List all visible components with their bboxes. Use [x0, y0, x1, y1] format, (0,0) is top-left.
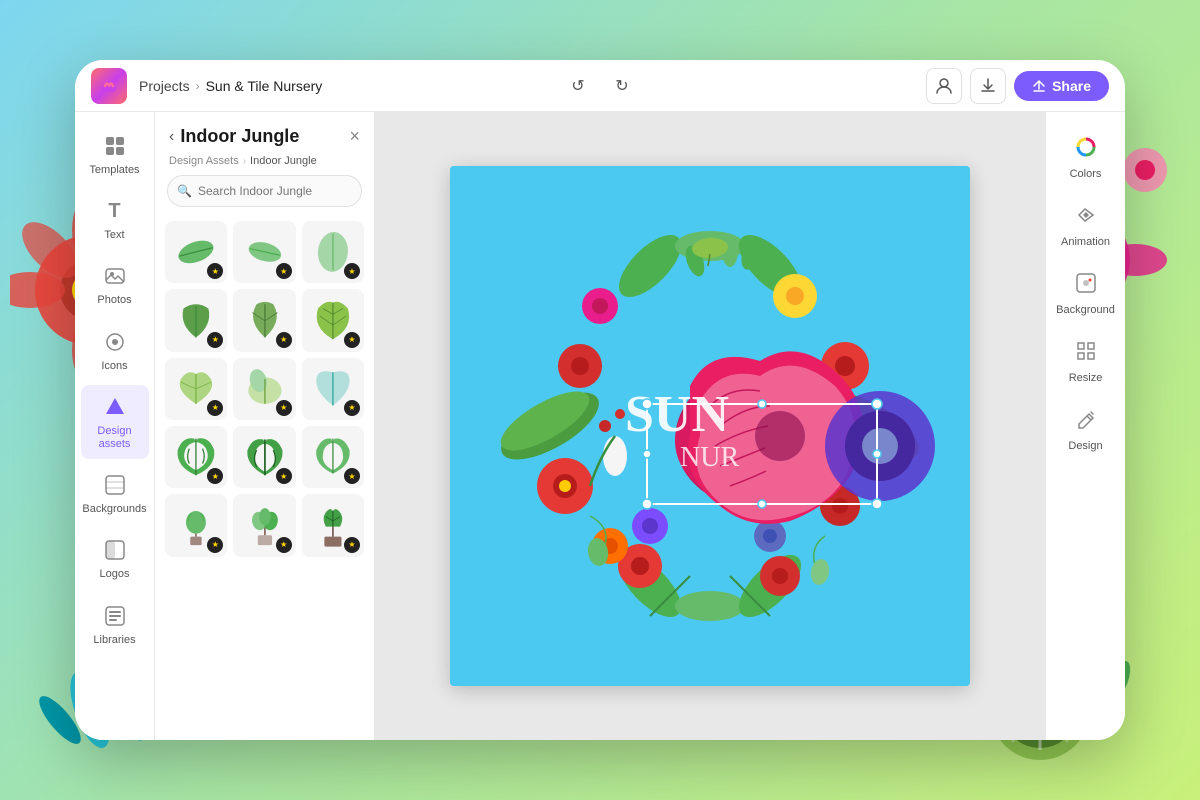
canvas-area: SUN NUR — [375, 112, 1045, 740]
right-item-colors[interactable]: Colors — [1052, 128, 1120, 188]
asset-item-5[interactable] — [233, 289, 295, 351]
sidebar-item-label-templates: Templates — [89, 164, 139, 177]
sidebar-item-label-backgrounds: Backgrounds — [82, 503, 146, 516]
sidebar-item-label-icons: Icons — [101, 360, 127, 373]
asset-item-12[interactable] — [302, 426, 364, 488]
sidebar-item-label-libraries: Libraries — [93, 634, 135, 647]
asset-badge-15 — [344, 537, 360, 553]
asset-item-4[interactable] — [165, 289, 227, 351]
design-icon — [1075, 408, 1097, 436]
sidebar-item-label-design-assets: Design assets — [85, 425, 145, 451]
panel-breadcrumb-sep: › — [243, 156, 246, 167]
background-panel-icon — [1075, 272, 1097, 300]
topbar-center-controls: ↺ ↻ — [562, 70, 638, 102]
asset-item-11[interactable] — [233, 426, 295, 488]
right-item-label-design: Design — [1068, 440, 1102, 452]
sidebar-item-text[interactable]: T Text — [81, 189, 149, 250]
right-item-label-colors: Colors — [1070, 168, 1102, 180]
svg-text:SUN: SUN — [625, 386, 729, 443]
search-input[interactable] — [167, 175, 362, 207]
redo-button[interactable]: ↻ — [606, 70, 638, 102]
right-item-resize[interactable]: Resize — [1052, 332, 1120, 392]
search-icon: 🔍 — [177, 184, 192, 198]
asset-item-15[interactable] — [302, 494, 364, 556]
asset-item-3[interactable] — [302, 221, 364, 283]
libraries-icon — [101, 602, 129, 630]
topbar-right-controls: Share — [926, 68, 1109, 104]
asset-badge-5 — [276, 332, 292, 348]
right-item-label-resize: Resize — [1069, 372, 1103, 384]
sidebar: Templates T Text Photos — [75, 112, 155, 740]
breadcrumb-root[interactable]: Projects — [139, 78, 190, 94]
app-logo — [91, 68, 127, 104]
sidebar-item-label-photos: Photos — [97, 294, 131, 307]
asset-item-13[interactable] — [165, 494, 227, 556]
asset-item-7[interactable] — [165, 358, 227, 420]
asset-item-8[interactable] — [233, 358, 295, 420]
right-item-animation[interactable]: Animation — [1052, 196, 1120, 256]
asset-item-6[interactable] — [302, 289, 364, 351]
panel-title: Indoor Jungle — [180, 126, 299, 147]
asset-badge-13 — [207, 537, 223, 553]
panel-back-button[interactable]: ‹ — [169, 128, 174, 146]
icons-icon — [101, 328, 129, 356]
asset-item-2[interactable] — [233, 221, 295, 283]
sidebar-item-templates[interactable]: Templates — [81, 124, 149, 185]
asset-badge-8 — [276, 400, 292, 416]
sidebar-item-backgrounds[interactable]: Backgrounds — [81, 463, 149, 524]
tablet-window: Projects › Sun & Tile Nursery ↺ ↻ — [75, 60, 1125, 740]
panel-breadcrumb-root[interactable]: Design Assets — [169, 155, 239, 167]
share-button[interactable]: Share — [1014, 71, 1109, 101]
download-button[interactable] — [970, 68, 1006, 104]
asset-panel: ‹ Indoor Jungle × Design Assets › Indoor… — [155, 112, 375, 740]
asset-item-9[interactable] — [302, 358, 364, 420]
right-item-design[interactable]: Design — [1052, 400, 1120, 460]
topbar: Projects › Sun & Tile Nursery ↺ ↻ — [75, 60, 1125, 112]
asset-badge-9 — [344, 400, 360, 416]
main-content: Templates T Text Photos — [75, 112, 1125, 740]
asset-badge-4 — [207, 332, 223, 348]
sidebar-item-label-logos: Logos — [100, 568, 130, 581]
profile-button[interactable] — [926, 68, 962, 104]
panel-breadcrumb: Design Assets › Indoor Jungle — [155, 155, 374, 175]
sidebar-item-logos[interactable]: Logos — [81, 528, 149, 589]
panel-header: ‹ Indoor Jungle × — [155, 112, 374, 155]
breadcrumb: Projects › Sun & Tile Nursery — [139, 78, 926, 94]
asset-grid — [155, 217, 374, 740]
asset-badge-14 — [276, 537, 292, 553]
svg-text:NUR: NUR — [680, 442, 739, 473]
sidebar-item-photos[interactable]: Photos — [81, 254, 149, 315]
sidebar-item-icons[interactable]: Icons — [81, 320, 149, 381]
sidebar-item-libraries[interactable]: Libraries — [81, 594, 149, 655]
panel-search: 🔍 — [167, 175, 362, 207]
asset-badge-6 — [344, 332, 360, 348]
breadcrumb-separator: › — [196, 79, 200, 93]
asset-badge-2 — [276, 263, 292, 279]
backgrounds-icon — [101, 471, 129, 499]
sidebar-item-design-assets[interactable]: Design assets — [81, 385, 149, 459]
right-item-label-background: Background — [1056, 304, 1115, 316]
asset-item-1[interactable] — [165, 221, 227, 283]
panel-breadcrumb-current: Indoor Jungle — [250, 155, 317, 167]
photos-icon — [101, 262, 129, 290]
resize-icon — [1075, 340, 1097, 368]
panel-title-row: ‹ Indoor Jungle — [169, 126, 299, 147]
logos-icon — [101, 536, 129, 564]
sidebar-item-label-text: Text — [104, 229, 124, 242]
colors-icon — [1075, 136, 1097, 164]
asset-badge-11 — [276, 468, 292, 484]
undo-button[interactable]: ↺ — [562, 70, 594, 102]
canvas-design[interactable]: SUN NUR — [450, 166, 970, 686]
panel-close-button[interactable]: × — [349, 126, 360, 147]
animation-icon — [1075, 204, 1097, 232]
templates-icon — [101, 132, 129, 160]
right-item-label-animation: Animation — [1061, 236, 1110, 248]
right-panel: Colors Animation — [1045, 112, 1125, 740]
text-icon: T — [101, 197, 129, 225]
asset-item-14[interactable] — [233, 494, 295, 556]
right-item-background[interactable]: Background — [1052, 264, 1120, 324]
design-assets-icon — [101, 393, 129, 421]
breadcrumb-current: Sun & Tile Nursery — [206, 78, 323, 94]
asset-item-10[interactable] — [165, 426, 227, 488]
